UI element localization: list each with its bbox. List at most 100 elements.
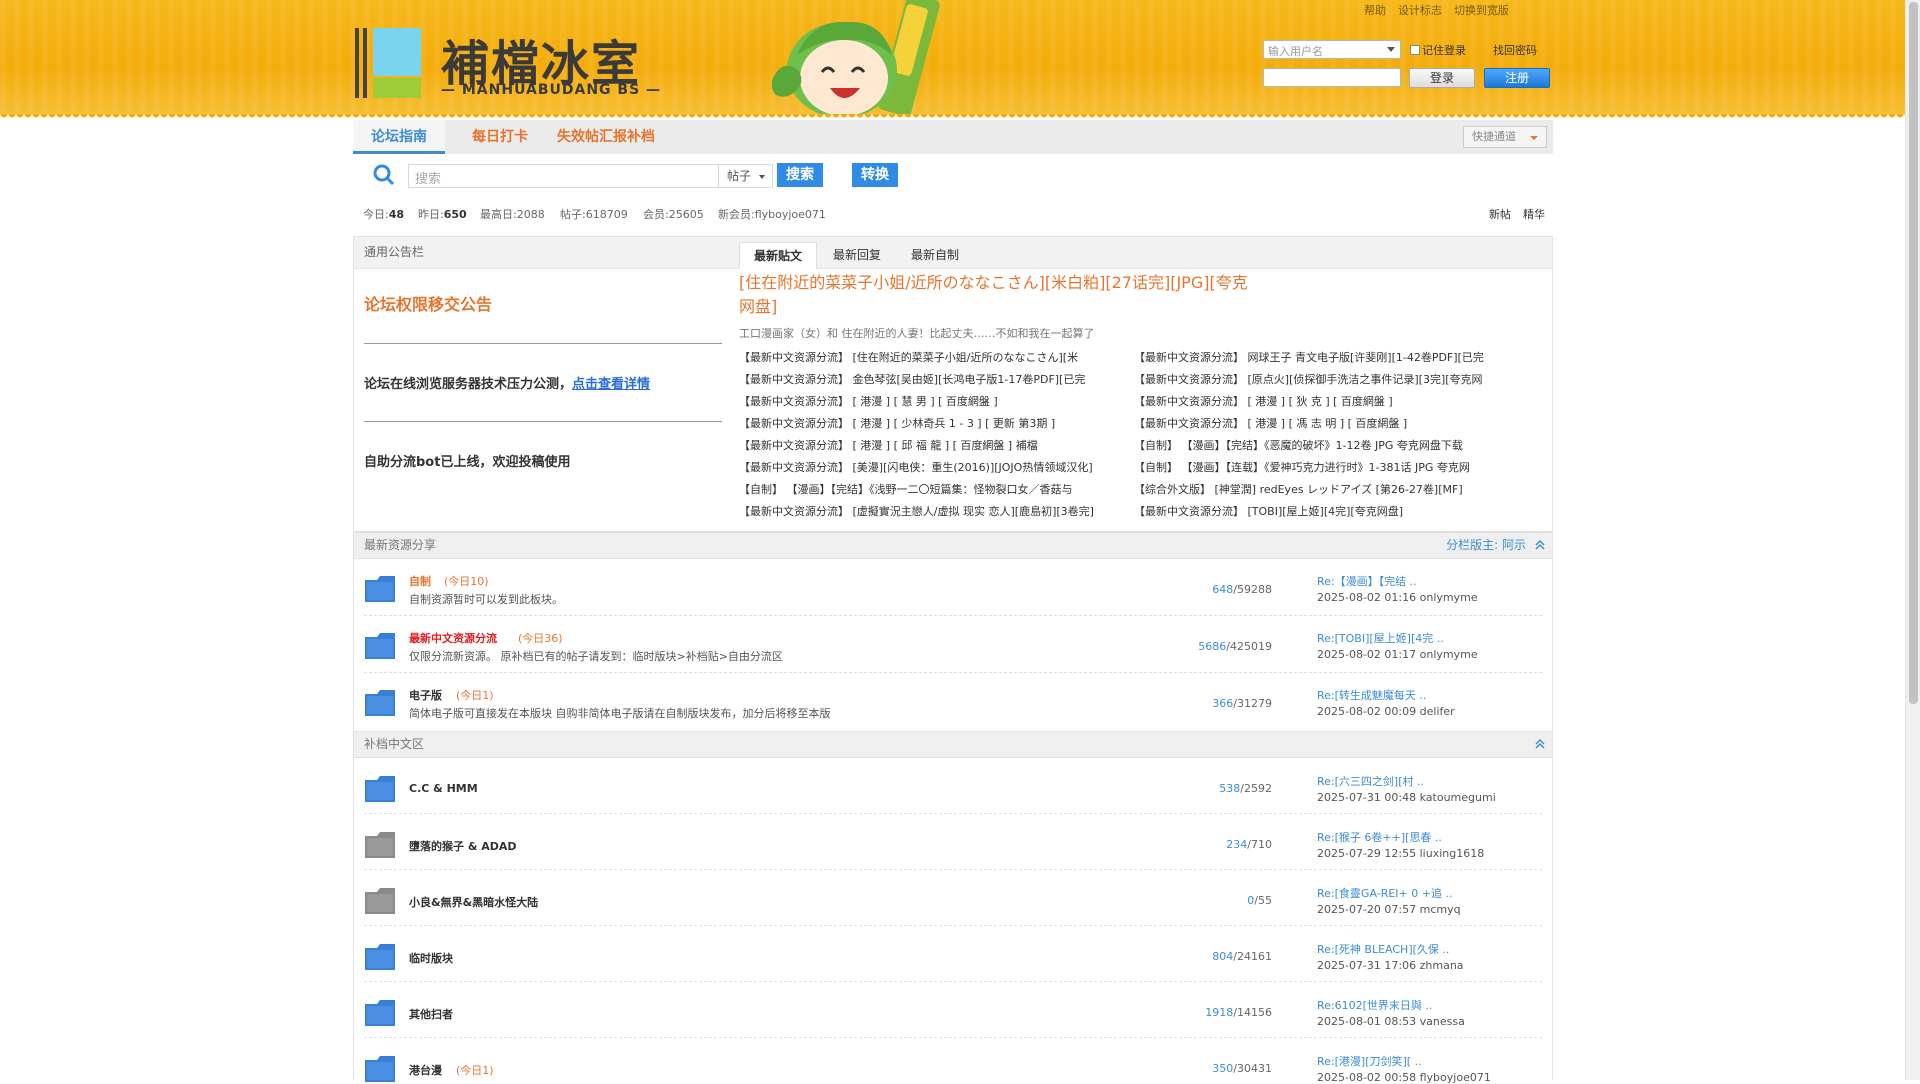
search-button[interactable]: 搜索 (777, 163, 823, 187)
latest-post-item[interactable]: 【最新中文资源分流】 [ 港漫 ] [ 慧 男 ] [ 百度網盤 ] (739, 393, 1109, 409)
logo-bar (363, 28, 367, 98)
tab-latest-original[interactable]: 最新自制 (897, 242, 973, 269)
forum-name[interactable]: 最新中文资源分流 (409, 630, 497, 646)
forum-name[interactable]: 电子版 (409, 687, 442, 703)
forum-row[interactable]: 其他扫者 1918/14156 Re:6102[世界末日與 .. 2025-08… (353, 982, 1553, 1038)
forum-last-post[interactable]: Re:[死神 BLEACH][久保 .. (1317, 941, 1449, 957)
forum-today-count: (今日10) (444, 575, 489, 588)
latest-post-item[interactable]: 【最新中文资源分流】 [原点火][侦探御手洗洁之事件记录][3完][夸克网 (1134, 371, 1524, 387)
forum-icon (365, 690, 395, 716)
forum-name[interactable]: 港台漫 (409, 1062, 442, 1078)
nav-item-report[interactable]: 失效帖汇报补档 (541, 120, 671, 154)
convert-button[interactable]: 转换 (852, 163, 898, 187)
forum-description: 简体电子版可直接发在本版块 自购非简体电子版请在自制版块发布，加分后将移至本版 (409, 707, 831, 720)
forum-last-post[interactable]: Re:【漫画】【完结 .. (1317, 573, 1417, 589)
forum-last-post[interactable]: Re:[港漫][刀剑笑][ .. (1317, 1053, 1422, 1069)
tab-latest-posts[interactable]: 最新贴文 (739, 242, 818, 269)
forum-icon (365, 1000, 395, 1026)
forum-last-meta: 2025-08-02 00:09 delifer (1317, 705, 1455, 718)
forum-name[interactable]: 其他扫者 (409, 1006, 453, 1022)
latest-post-item[interactable]: 【综合外文版】 [神堂潤] redEyes レッドアイズ [第26-27卷][M… (1134, 481, 1524, 497)
featured-post-title[interactable]: [住在附近的菜菜子小姐/近所のななこさん][米白粕][27话完][JPG][夸克… (739, 271, 1259, 319)
forum-last-meta: 2025-08-02 01:16 onlymyme (1317, 591, 1478, 604)
forum-last-post[interactable]: Re:[六三四之剑][村 .. (1317, 773, 1424, 789)
site-logo[interactable]: 補檔冰室 — MANHUABUDANG BS — (355, 24, 675, 102)
page-scrollbar[interactable] (1905, 0, 1920, 1080)
section-header: 补档中文区 (353, 731, 1553, 758)
latest-post-item[interactable]: 【最新中文资源分流】 [ 港漫 ] [ 狄 克 ] [ 百度網盤 ] (1134, 393, 1524, 409)
remember-checkbox[interactable]: 记住登录 (1410, 42, 1466, 58)
latest-post-item[interactable]: 【最新中文资源分流】 [ 港漫 ] [ 馮 志 明 ] [ 百度網盤 ] (1134, 415, 1524, 431)
forum-posts: /14156 (1233, 1006, 1272, 1019)
forum-last-post[interactable]: Re:[食靈GA-REI+ 0 +追 .. (1317, 885, 1452, 901)
latest-post-item[interactable]: 【最新中文资源分流】 金色琴弦[吴由姬][长鸿电子版1-17卷PDF][已完 (739, 371, 1109, 387)
latest-post-item[interactable]: 【自制】 【漫画】【完结】《恶魔的破坏》1-12卷 JPG 夸克网盘下载 (1134, 437, 1524, 453)
stat-label: 帖子: (560, 208, 586, 221)
forum-last-meta: 2025-08-01 08:53 vanessa (1317, 1015, 1465, 1028)
forum-icon (365, 776, 395, 802)
help-link[interactable]: 帮助 (1364, 2, 1386, 18)
forum-posts: /59288 (1233, 583, 1272, 596)
login-button[interactable]: 登录 (1409, 68, 1475, 88)
latest-post-item[interactable]: 【自制】 【漫画】【完结】《浅野一二〇短篇集：怪物裂口女／香菇与 (739, 481, 1109, 497)
divider (364, 343, 722, 344)
collapse-icon[interactable] (1534, 539, 1546, 551)
forum-name[interactable]: 小良&無界&黑暗水怪大陆 (409, 894, 538, 910)
forum-icon (365, 1056, 395, 1082)
nav-item-guide[interactable]: 论坛指南 (353, 120, 445, 154)
forum-threads: 5686 (1198, 640, 1227, 653)
collapse-icon[interactable] (1534, 738, 1546, 750)
forum-row[interactable]: 临时版块 804/24161 Re:[死神 BLEACH][久保 .. 2025… (353, 926, 1553, 982)
remember-label: 记住登录 (1422, 44, 1466, 57)
forum-row[interactable]: 港台漫 (今日1) 350/30431 Re:[港漫][刀剑笑][ .. 202… (353, 1038, 1553, 1084)
forum-name[interactable]: 自制 (409, 573, 431, 589)
register-button[interactable]: 注册 (1484, 68, 1550, 88)
forum-name[interactable]: 墮落的猴子 & ADAD (409, 838, 517, 854)
style-link[interactable]: 设计标志 (1398, 2, 1442, 18)
latest-post-item[interactable]: 【自制】 【漫画】【连载】《爱神巧克力进行时》1-381话 JPG 夸克网 (1134, 459, 1524, 475)
latest-post-item[interactable]: 【最新中文资源分流】 网球王子 青文电子版[许斐刚][1-42卷PDF][已完 (1134, 349, 1524, 365)
forum-name[interactable]: 临时版块 (409, 950, 453, 966)
forum-row[interactable]: 自制 (今日10) 自制资源暂时可以发到此板块。 648/59288 Re:【漫… (353, 559, 1553, 616)
nav-item-checkin[interactable]: 每日打卡 (456, 120, 544, 154)
forum-last-post[interactable]: Re:[TOBI][屋上姬][4完 .. (1317, 630, 1444, 646)
forum-posts: /2592 (1240, 782, 1272, 795)
digest-link[interactable]: 精华 (1523, 206, 1545, 222)
forum-counts: 0/55 (1247, 894, 1272, 907)
password-field[interactable] (1263, 68, 1401, 87)
latest-post-item[interactable]: 【最新中文资源分流】 [住在附近的菜菜子小姐/近所のななこさん][米 (739, 349, 1109, 365)
checkbox-box[interactable] (1410, 45, 1420, 55)
search-input[interactable]: 搜索 (408, 164, 719, 188)
forum-last-post[interactable]: Re:6102[世界末日與 .. (1317, 997, 1432, 1013)
forum-row[interactable]: C.C & HMM 538/2592 Re:[六三四之剑][村 .. 2025-… (353, 758, 1553, 814)
forum-name[interactable]: C.C & HMM (409, 782, 478, 795)
forum-stats: 今日:48 昨日:650 最高日:2088 帖子:618709 会员:25605… (353, 204, 1553, 224)
forum-last-meta: 2025-07-29 12:55 liuxing1618 (1317, 847, 1485, 860)
forum-row[interactable]: 墮落的猴子 & ADAD 234/710 Re:[猴子 6卷++][思春 .. … (353, 814, 1553, 870)
username-select[interactable]: 输入用户名 (1263, 40, 1401, 59)
forum-row[interactable]: 电子版 (今日1) 简体电子版可直接发在本版块 自购非简体电子版请在自制版块发布… (353, 673, 1553, 730)
newest-member-link[interactable]: flyboyjoe071 (755, 208, 826, 221)
new-posts-link[interactable]: 新帖 (1489, 206, 1511, 222)
forum-row[interactable]: 最新中文资源分流 (今日36) 仅限分流新资源。 原补档已有的帖子请发到：临时版… (353, 616, 1553, 673)
forum-today-count: (今日1) (456, 1064, 494, 1077)
stat-yesterday: 昨日:650 (418, 206, 467, 222)
scrollbar-thumb[interactable] (1909, 2, 1918, 704)
forum-row[interactable]: 小良&無界&黑暗水怪大陆 0/55 Re:[食靈GA-REI+ 0 +追 .. … (353, 870, 1553, 926)
forum-threads: 804 (1212, 950, 1234, 963)
latest-post-item[interactable]: 【最新中文资源分流】 [ 港漫 ] [ 邱 福 龍 ] [ 百度網盤 ] 補檔 (739, 437, 1109, 453)
latest-post-item[interactable]: 【最新中文资源分流】 [美漫][闪电侠：重生(2016)][JOJO热情领域汉化… (739, 459, 1109, 475)
tab-latest-replies[interactable]: 最新回复 (819, 242, 895, 269)
quick-access-dropdown[interactable]: 快捷通道 (1463, 126, 1547, 148)
forum-last-post[interactable]: Re:[转生成魅魔每天 .. (1317, 687, 1426, 703)
forum-last-post[interactable]: Re:[猴子 6卷++][思春 .. (1317, 829, 1442, 845)
forgot-password-link[interactable]: 找回密码 (1493, 42, 1537, 58)
announcement-detail-link[interactable]: 点击查看详情 (572, 377, 650, 392)
search-type-select[interactable]: 帖子 (719, 164, 773, 188)
latest-post-item[interactable]: 【最新中文资源分流】 [虚擬實況主戀人/虚拟 现实 恋人][鹿島初][3卷完] (739, 503, 1109, 519)
announcement-title[interactable]: 论坛权限移交公告 (364, 291, 492, 315)
latest-post-item[interactable]: 【最新中文资源分流】 [ 港漫 ] [ 少林奇兵 1 - 3 ] [ 更新 第3… (739, 415, 1109, 431)
latest-post-item[interactable]: 【最新中文资源分流】 [TOBI][屋上姬][4完][夸克网盘] (1134, 503, 1524, 519)
wide-mode-link[interactable]: 切换到宽版 (1454, 2, 1509, 18)
section-moderators[interactable]: 分栏版主: 阿示 (1446, 533, 1526, 558)
